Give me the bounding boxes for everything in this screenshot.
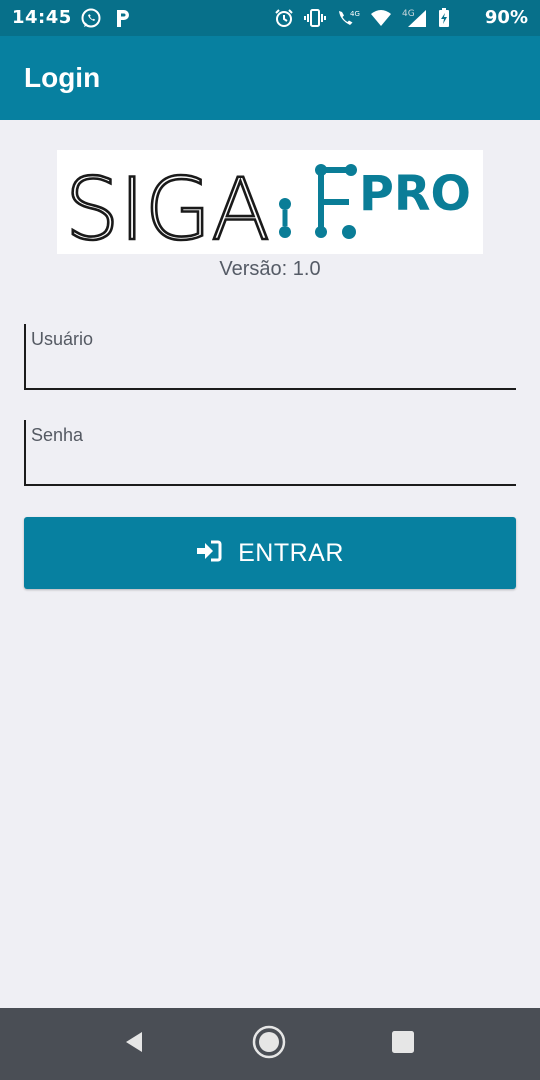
svg-text:SIGA: SIGA [65, 160, 270, 254]
battery-charging-icon [438, 8, 450, 32]
password-input[interactable] [30, 450, 514, 482]
svg-text:4G: 4G [350, 10, 360, 18]
password-field[interactable]: Senha [24, 420, 516, 486]
page-title: Login [24, 62, 101, 93]
username-input[interactable] [30, 354, 514, 386]
siga-pro-logo: SIGA PRO [57, 150, 483, 261]
login-button[interactable]: ENTRAR [24, 517, 516, 589]
back-icon [122, 1030, 146, 1058]
battery-percent: 90% [484, 7, 528, 28]
login-button-label: ENTRAR [238, 538, 344, 567]
wifi-icon [370, 9, 392, 31]
username-label: Usuário [31, 329, 94, 349]
volte-call-icon: 4G [336, 8, 360, 32]
status-right-icons: 4G 4G [274, 8, 450, 32]
app-bar: Login [0, 36, 540, 120]
version-label: Versão: 1.0 [219, 258, 321, 280]
status-left-icons [80, 7, 132, 33]
parking-icon [114, 7, 132, 33]
svg-text:4G: 4G [402, 9, 415, 19]
password-label: Senha [31, 425, 84, 445]
recents-button[interactable] [385, 1026, 421, 1062]
home-button[interactable] [251, 1024, 287, 1064]
back-button[interactable] [116, 1026, 152, 1062]
home-icon [251, 1024, 287, 1064]
whatsapp-icon [80, 7, 102, 33]
status-time: 14:45 [12, 7, 72, 28]
signal-icon: 4G [402, 8, 428, 32]
system-nav-bar [0, 1008, 540, 1080]
status-bar: 14:45 4G 4G 90% [0, 0, 540, 36]
vibrate-icon [304, 8, 326, 32]
recents-icon [391, 1030, 415, 1058]
alarm-icon [274, 8, 294, 32]
sign-in-icon [196, 540, 222, 566]
svg-text:PRO: PRO [359, 166, 471, 222]
username-field[interactable]: Usuário [24, 324, 516, 390]
